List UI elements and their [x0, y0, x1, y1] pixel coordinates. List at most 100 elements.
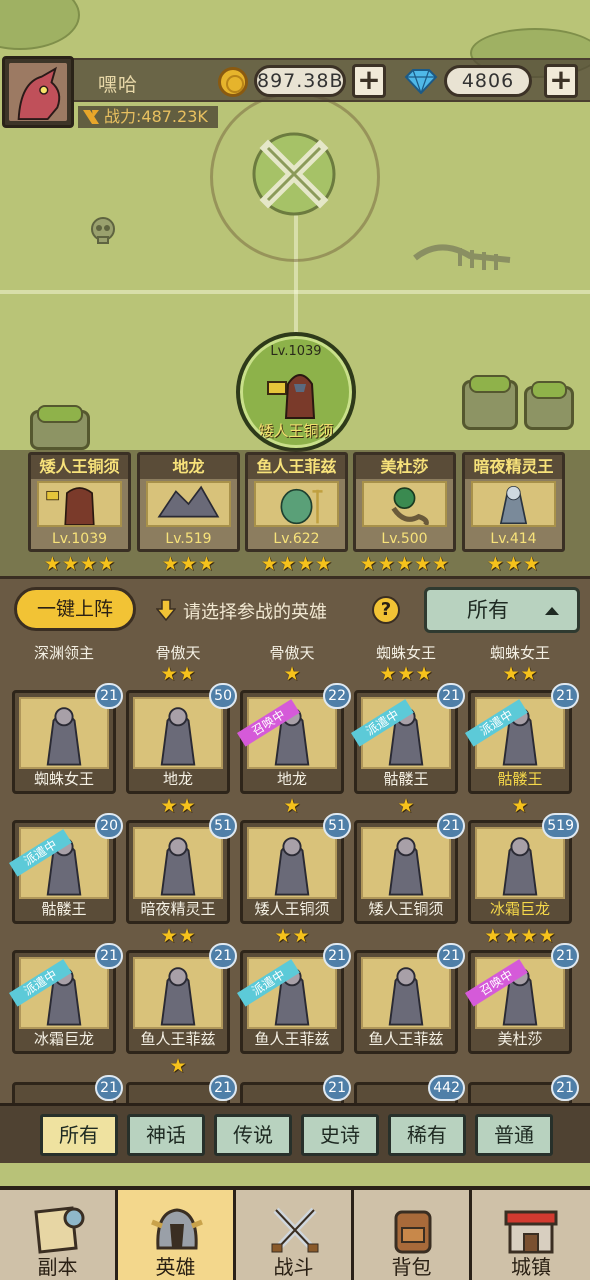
hero-stars: ★ ★ ★ ★: [468, 926, 572, 946]
hero-card[interactable]: 暗夜精灵王 51: [126, 813, 237, 924]
star-icon: ★: [178, 925, 196, 947]
hero-card[interactable]: 召唤中 地龙 22: [237, 683, 351, 794]
hero-card[interactable]: 召唤中 美杜莎 21: [465, 943, 579, 1054]
hero-card[interactable]: 派遣中 骷髅王 21: [465, 683, 579, 794]
team-hero-level: Lv.622: [273, 531, 320, 547]
nav-dungeon[interactable]: 副本: [0, 1190, 118, 1280]
hero-portrait: [362, 481, 447, 527]
hero-stars: [354, 926, 458, 946]
star-icon: ★: [502, 663, 520, 685]
crossed-swords-icon: [271, 1207, 319, 1253]
hero-grid[interactable]: 深渊领主 骨傲天 骨傲天 蜘蛛女王 蜘蛛女王 ★ ★ ★ ★ ★ ★ ★ ★ 蜘蛛女王 2…: [0, 638, 590, 1103]
nav-heroes[interactable]: 英雄: [118, 1190, 236, 1280]
star-icon: ★: [538, 925, 556, 947]
murloc-king-icon: [280, 488, 323, 525]
hero-level-badge: 21: [323, 1075, 351, 1101]
hero-name: 矮人王铜须: [368, 900, 444, 918]
hero-card[interactable]: 21: [240, 1075, 351, 1103]
hero-card[interactable]: 派遣中 冰霜巨龙 21: [9, 943, 123, 1054]
team-hero-name: 鱼人王菲兹: [248, 455, 345, 479]
arrow-down-icon: [156, 599, 176, 621]
nav-label: 城镇: [511, 1255, 551, 1279]
hero-stars: [354, 1056, 458, 1076]
hero-card[interactable]: 矮人王铜须 21: [354, 813, 465, 924]
hero-name: 蜘蛛女王: [489, 644, 550, 662]
tab-common[interactable]: 普通: [475, 1114, 553, 1156]
nav-battle[interactable]: 战斗: [236, 1190, 354, 1280]
help-button[interactable]: ?: [372, 596, 400, 624]
hero-card[interactable]: 21: [126, 1075, 237, 1103]
player-header: 嘿哈 897.38B + 4806 + 战力:487.23K: [0, 56, 590, 132]
star-icon: ★: [511, 795, 529, 817]
hero-level-badge: 21: [95, 683, 123, 709]
hero-card[interactable]: 蜘蛛女王 21: [12, 683, 123, 794]
star-icon: ★: [297, 553, 315, 575]
hero-level-badge: 21: [437, 683, 465, 709]
hero-card[interactable]: 鱼人王菲兹 21: [354, 943, 465, 1054]
team-slot[interactable]: 地龙 Lv.519: [137, 452, 240, 552]
selected-hero-name: 矮人王铜须: [258, 422, 334, 440]
hero-name: 鱼人王菲兹: [368, 1030, 444, 1048]
hero-card[interactable]: 鱼人王菲兹 21: [126, 943, 237, 1054]
hero-figure-icon: [388, 837, 424, 896]
nav-label: 背包: [391, 1255, 432, 1279]
hero-stars: ★ ★: [240, 926, 344, 946]
tab-legendary[interactable]: 传说: [214, 1114, 292, 1156]
hero-stars: ★: [240, 796, 344, 816]
tab-epic[interactable]: 史诗: [301, 1114, 379, 1156]
rarity-filter-tabs: 所有 神话 传说 史诗 稀有 普通: [0, 1103, 590, 1163]
hero-card[interactable]: 冰霜巨龙 519: [468, 813, 579, 924]
selected-hero-level: Lv.1039: [270, 344, 322, 359]
nav-label: 英雄: [155, 1255, 196, 1279]
hero-card[interactable]: 矮人王铜须 51: [240, 813, 351, 924]
tab-rare[interactable]: 稀有: [388, 1114, 466, 1156]
star-icon: ★: [278, 553, 296, 575]
team-slot[interactable]: 暗夜精灵王 Lv.414: [462, 452, 565, 552]
hero-level-badge: 21: [95, 1075, 123, 1101]
gold-amount: 897.38B: [254, 65, 346, 97]
hero-portrait: [133, 827, 223, 899]
nav-town[interactable]: 城镇: [472, 1190, 590, 1280]
team-hero-name: 暗夜精灵王: [465, 455, 562, 479]
hero-card[interactable]: 442: [354, 1075, 465, 1103]
hero-stars: ★: [126, 1056, 230, 1076]
tab-all[interactable]: 所有: [40, 1114, 118, 1156]
hero-card[interactable]: 21: [468, 1075, 579, 1103]
star-icon: ★: [161, 553, 179, 575]
hero-stars: [12, 1056, 116, 1076]
add-gold-button[interactable]: +: [352, 64, 386, 98]
star-icon: ★: [414, 553, 432, 575]
team-slot[interactable]: 鱼人王菲兹 Lv.622: [245, 452, 348, 552]
star-icon: ★: [61, 553, 79, 575]
nav-backpack[interactable]: 背包: [354, 1190, 472, 1280]
hero-name: 暗夜精灵王: [140, 900, 216, 918]
hero-portrait: [247, 827, 337, 899]
hero-level-badge: 21: [437, 813, 465, 839]
star-icon: ★: [283, 663, 301, 685]
player-avatar[interactable]: [2, 56, 74, 128]
team-slot[interactable]: 矮人王铜须 Lv.1039: [28, 452, 131, 552]
hero-stars: [12, 664, 116, 684]
hero-card[interactable]: 派遣中 鱼人王菲兹 21: [237, 943, 351, 1054]
hero-card[interactable]: 地龙 50: [126, 683, 237, 794]
selected-hero-bubble[interactable]: Lv.1039 矮人王铜须: [236, 332, 356, 452]
map-rock: [524, 381, 574, 430]
hero-level-badge: 21: [437, 943, 465, 969]
star-icon: ★: [379, 663, 397, 685]
hero-card[interactable]: 派遣中 骷髅王 20: [9, 813, 123, 924]
add-gems-button[interactable]: +: [544, 64, 578, 98]
hero-filter-dropdown[interactable]: 所有: [424, 587, 580, 633]
hero-stars: [240, 1056, 344, 1076]
hero-card[interactable]: 派遣中 骷髅王 21: [351, 683, 465, 794]
hero-card[interactable]: 21: [12, 1075, 123, 1103]
team-slot[interactable]: 美杜莎 Lv.500: [353, 452, 456, 552]
hero-name: 冰霜巨龙: [33, 1030, 94, 1048]
hero-level-badge: 442: [428, 1075, 465, 1101]
hero-portrait: [254, 481, 339, 527]
hero-name: 鱼人王菲兹: [254, 1030, 330, 1048]
dwarf-king-icon: [267, 374, 316, 419]
auto-deploy-button[interactable]: 一键上阵: [14, 587, 136, 631]
hero-name: 地龙: [162, 770, 193, 788]
tab-mythic[interactable]: 神话: [127, 1114, 205, 1156]
hero-level-badge: 50: [209, 683, 237, 709]
